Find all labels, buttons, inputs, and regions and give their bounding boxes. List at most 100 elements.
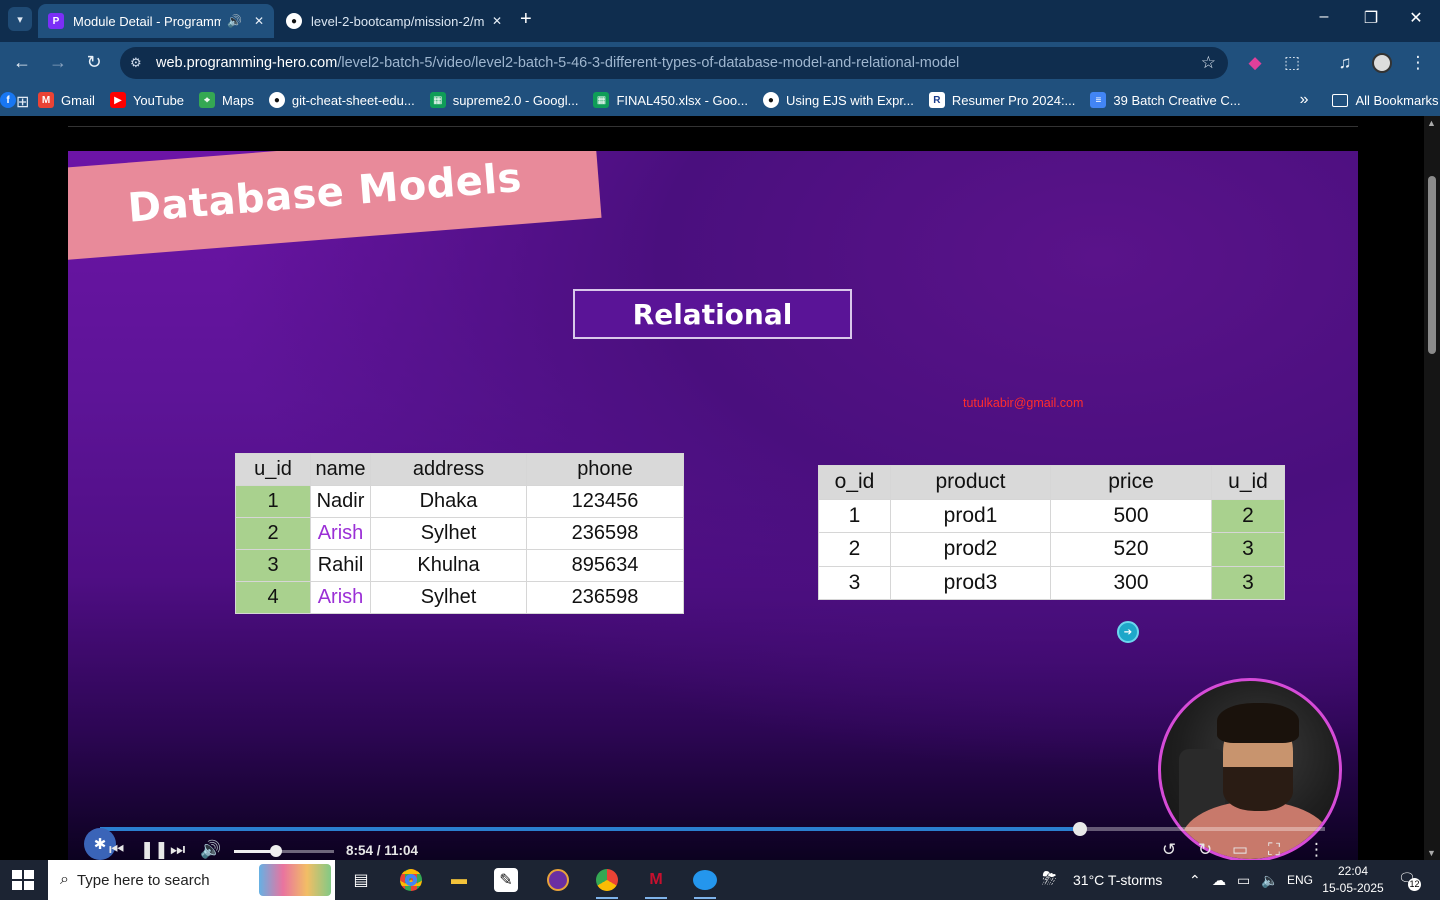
search-highlight-icon (259, 864, 331, 896)
new-tab-button[interactable]: + (520, 9, 532, 29)
table-row: 3 Rahil Khulna 895634 (235, 549, 684, 582)
bookmark-final450[interactable]: ▦ FINAL450.xlsx - Goo... (593, 92, 748, 108)
docker-icon[interactable] (690, 866, 720, 899)
scroll-up-icon[interactable]: ▲ (1427, 118, 1436, 128)
site-info-icon[interactable]: ⚙ (130, 55, 156, 71)
volume-icon[interactable]: 🔊 (200, 840, 221, 860)
table-cell: 236598 (526, 581, 684, 614)
table-cell: 236598 (526, 517, 684, 550)
speaker-icon[interactable]: 🔊 (227, 14, 242, 28)
app-pen-icon[interactable]: ✎ (494, 868, 518, 892)
column-header: product (890, 465, 1051, 500)
menu-kebab-icon[interactable]: ⋮ (1407, 53, 1429, 73)
github-icon: ● (762, 92, 779, 108)
forward-icon[interactable]: → (47, 52, 69, 73)
volume-handle[interactable] (270, 845, 282, 857)
reload-icon[interactable]: ↻ (83, 52, 105, 73)
task-view-icon[interactable]: ▤ (346, 866, 376, 894)
file-explorer-icon[interactable]: ▬ (444, 866, 474, 894)
previous-icon[interactable]: ⏮ (109, 840, 124, 860)
tab-search-button[interactable]: ▾ (8, 7, 32, 31)
more-options-icon[interactable]: ⋮ (1308, 840, 1325, 860)
bookmark-star-icon[interactable]: ☆ (1201, 53, 1216, 73)
bookmark-supreme[interactable]: ▦ supreme2.0 - Googl... (429, 92, 578, 108)
table-header-row: o_id product price u_id (818, 465, 1285, 500)
scroll-down-icon[interactable]: ▼ (1427, 848, 1436, 858)
table-cell: Nadir (310, 485, 371, 518)
bookmark-using-ejs[interactable]: ● Using EJS with Expr... (762, 92, 914, 108)
bookmark-youtube[interactable]: ▶ YouTube (109, 92, 184, 108)
back-icon[interactable]: ← (11, 52, 33, 73)
tab-module-detail[interactable]: P Module Detail - Programming Hero 🔊 ✕ (38, 4, 274, 38)
chrome-icon[interactable] (396, 866, 426, 894)
video-player[interactable]: Database Models Relational tutulkabir@gm… (68, 151, 1358, 860)
theater-mode-icon[interactable]: ▭ (1232, 840, 1248, 860)
table-cell: 3 (1211, 532, 1285, 567)
taskbar-search[interactable]: ⌕ Type here to search (48, 860, 335, 900)
extensions-puzzle-icon[interactable]: ⬚ (1281, 53, 1303, 73)
extension-colorful-icon[interactable]: ◆ (1244, 53, 1266, 73)
notification-center-icon[interactable]: 🗨 12 (1398, 870, 1421, 891)
address-bar[interactable]: ⚙ web.programming-hero.com/level2-batch-… (120, 47, 1228, 79)
bookmark-git-cheat-sheet[interactable]: ● git-cheat-sheet-edu... (268, 92, 415, 108)
minimize-icon[interactable]: – (1309, 8, 1339, 26)
page-scrollbar[interactable]: ▲ ▼ (1424, 116, 1440, 860)
table-cell: Sylhet (370, 581, 527, 614)
table-row: 4 Arish Sylhet 236598 (235, 581, 684, 614)
tray-cloud-icon[interactable]: ☁ (1212, 872, 1226, 889)
table-cell: 1 (235, 485, 311, 518)
weather-text[interactable]: 31°C T-storms (1073, 872, 1162, 888)
weather-icon[interactable]: ⛈ (1042, 868, 1056, 889)
table-cell: prod1 (890, 498, 1051, 533)
seek-handle[interactable] (1073, 822, 1087, 836)
close-tab-icon[interactable]: ✕ (254, 14, 264, 28)
sheets-icon: ▦ (429, 92, 446, 108)
taskbar-clock[interactable]: 22:04 15-05-2025 (1322, 863, 1384, 897)
table-cell: Arish (310, 581, 371, 614)
media-control-icon[interactable]: ♫ (1334, 53, 1356, 73)
windows-start-icon[interactable] (12, 870, 34, 890)
docs-icon: ≡ (1090, 92, 1107, 108)
app-circle-icon[interactable] (543, 866, 573, 894)
more-bookmarks-icon[interactable]: » (1300, 91, 1309, 109)
volume-tray-icon[interactable]: 🔈 (1261, 872, 1278, 889)
bookmark-resumer[interactable]: R Resumer Pro 2024:... (928, 92, 1075, 108)
tab-github[interactable]: ● level-2-bootcamp/mission-2/m ✕ (276, 4, 512, 38)
bookmark-39-batch[interactable]: ≡ 39 Batch Creative C... (1090, 92, 1241, 108)
next-icon[interactable]: ⏭ (170, 840, 185, 860)
fullscreen-icon[interactable]: ⛶ (1268, 840, 1280, 860)
bookmarks-bar: f M Gmail ▶ YouTube ⌖ Maps ● git-cheat-sheet… (0, 84, 1440, 116)
table-row: 2 prod2 520 3 (818, 532, 1285, 567)
apps-grid-icon[interactable]: ⊞ (16, 92, 29, 112)
table-cell: prod3 (890, 565, 1051, 600)
pause-icon[interactable]: ❚❚ (140, 840, 169, 860)
bookmark-maps[interactable]: ⌖ Maps (199, 92, 254, 108)
network-icon[interactable]: ▭ (1237, 872, 1250, 889)
language-indicator[interactable]: ENG (1287, 873, 1313, 887)
github-icon: ● (286, 13, 302, 29)
tray-chevron-icon[interactable]: ⌃ (1189, 872, 1201, 889)
all-bookmarks[interactable]: All Bookmarks (1332, 93, 1439, 108)
profile-avatar-icon[interactable] (1371, 53, 1393, 78)
search-icon: ⌕ (60, 871, 69, 888)
table-cell: 2 (818, 532, 891, 567)
presenter-cursor-icon: ➔ (1117, 621, 1139, 643)
bookmark-gmail[interactable]: M Gmail (38, 92, 95, 108)
table-cell: 3 (235, 549, 311, 582)
scrollbar-thumb[interactable] (1428, 176, 1436, 354)
table-row: 1 Nadir Dhaka 123456 (235, 485, 684, 518)
youtube-icon: ▶ (109, 92, 126, 108)
close-window-icon[interactable]: ✕ (1401, 8, 1431, 28)
mcafee-icon[interactable]: M (641, 866, 671, 899)
slide-title: Database Models (126, 154, 524, 232)
rewind-10-icon[interactable]: ↺ (1162, 840, 1176, 860)
forward-10-icon[interactable]: ↻ (1198, 840, 1212, 860)
restore-icon[interactable]: ❐ (1356, 8, 1386, 28)
table-cell: 3 (1211, 565, 1285, 600)
table-cell: prod2 (890, 532, 1051, 567)
table-cell: 2 (235, 517, 311, 550)
table-cell: Sylhet (370, 517, 527, 550)
close-tab-icon[interactable]: ✕ (492, 14, 502, 28)
chrome-profile-icon[interactable] (592, 866, 622, 899)
windows-taskbar: ⌕ Type here to search ▤ ▬ ✎ M ⛈ 31°C T-s… (0, 860, 1440, 900)
